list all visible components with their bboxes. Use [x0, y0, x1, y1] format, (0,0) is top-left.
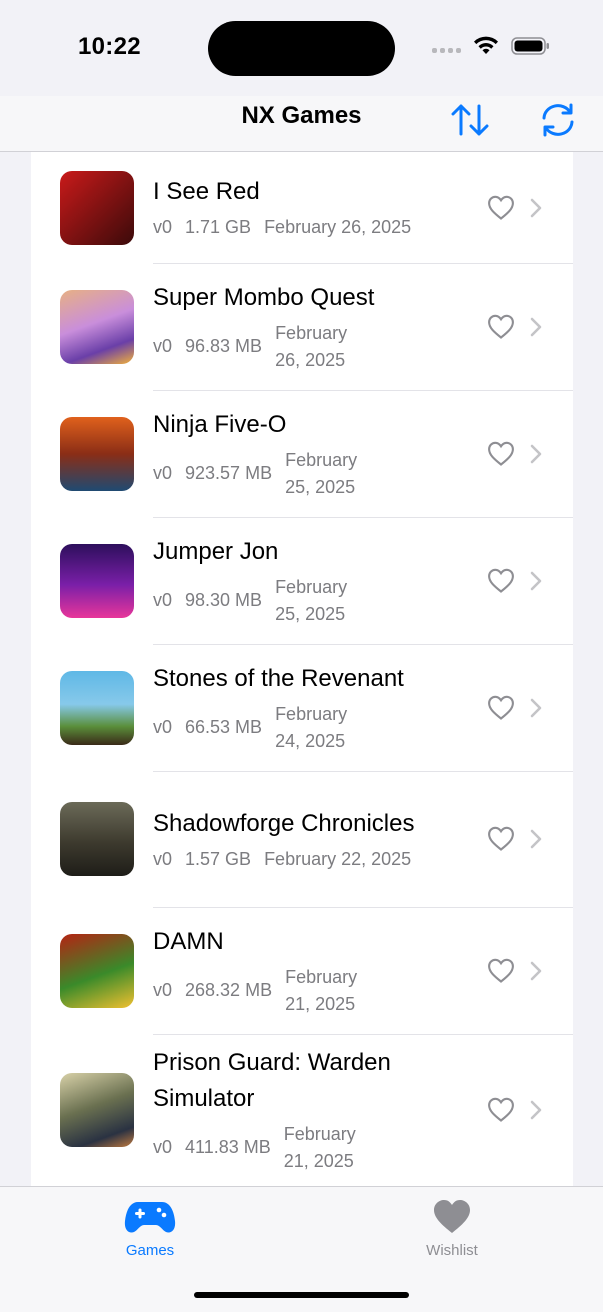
game-date: February 26, 2025 [275, 322, 348, 370]
game-version: v0 [153, 590, 173, 610]
sort-button[interactable] [448, 98, 492, 142]
status-bar: 10:22 [0, 0, 603, 96]
game-thumbnail [60, 933, 134, 1008]
games-list: I See Red v0 1.71 GB February 26, 2025 S… [31, 152, 573, 1186]
heart-outline-icon [488, 826, 514, 851]
wishlist-button[interactable] [486, 566, 516, 596]
game-thumbnail [60, 543, 134, 618]
heart-icon [434, 1200, 470, 1233]
game-size: 923.57 MB [185, 463, 273, 483]
game-version: v0 [153, 463, 173, 483]
game-thumbnail [60, 802, 134, 876]
game-title: Shadowforge Chronicles [153, 809, 415, 837]
game-title: Stones of the Revenant [153, 664, 404, 692]
dynamic-island [208, 21, 395, 76]
chevron-right-icon [528, 197, 544, 219]
game-thumbnail [60, 289, 134, 364]
game-version: v0 [153, 717, 173, 737]
heart-outline-icon [488, 314, 514, 339]
game-row[interactable]: Ninja Five-O v0 923.57 MB February 25, 2… [31, 390, 573, 518]
battery-icon [511, 37, 549, 55]
game-version: v0 [153, 848, 173, 869]
game-title: Ninja Five-O [153, 410, 287, 438]
game-date: February 21, 2025 [285, 966, 358, 1014]
game-title: I See Red [153, 178, 260, 205]
heart-outline-icon [488, 958, 514, 983]
game-size: 1.71 GB [185, 217, 252, 237]
tab-wishlist[interactable]: Wishlist [382, 1199, 522, 1259]
cellular-signal-icon [432, 39, 461, 53]
heart-outline-icon [488, 695, 514, 720]
game-meta: v0 411.83 MB February 21, 2025 [153, 1121, 573, 1175]
chevron-right-icon [528, 443, 544, 465]
chevron-right-icon [528, 570, 544, 592]
game-date: February 24, 2025 [275, 703, 348, 751]
game-size: 268.32 MB [185, 980, 273, 1000]
game-row[interactable]: Shadowforge Chronicles v0 1.57 GB Februa… [31, 771, 573, 908]
game-size: 1.57 GB [185, 848, 252, 869]
status-icons [432, 36, 551, 56]
game-date: February 25, 2025 [285, 449, 358, 497]
game-thumbnail [60, 1072, 134, 1147]
wishlist-button[interactable] [486, 956, 516, 986]
status-time: 10:22 [78, 33, 141, 60]
gamecontroller-icon [124, 1202, 176, 1233]
sort-arrows-icon [451, 104, 489, 136]
home-indicator [194, 1292, 409, 1298]
refresh-icon [542, 103, 574, 137]
game-date: February 22, 2025 [264, 848, 412, 869]
heart-outline-icon [488, 568, 514, 593]
navigation-bar: NX Games [0, 96, 603, 152]
game-date: February 25, 2025 [275, 576, 348, 624]
tab-games-label: Games [125, 1242, 175, 1259]
game-row[interactable]: Super Mombo Quest v0 96.83 MB February 2… [31, 263, 573, 391]
game-size: 66.53 MB [185, 717, 263, 737]
chevron-right-icon [528, 828, 544, 850]
wishlist-button[interactable] [486, 439, 516, 469]
game-size: 411.83 MB [185, 1137, 271, 1157]
chevron-right-icon [528, 960, 544, 982]
tab-games[interactable]: Games [80, 1199, 220, 1259]
game-size: 98.30 MB [185, 590, 263, 610]
game-version: v0 [153, 1137, 173, 1157]
game-thumbnail [60, 416, 134, 491]
wishlist-button[interactable] [486, 693, 516, 723]
tab-wishlist-label: Wishlist [426, 1242, 478, 1259]
wishlist-button[interactable] [486, 1095, 516, 1125]
heart-outline-icon [488, 441, 514, 466]
game-version: v0 [153, 217, 173, 237]
game-row[interactable]: Stones of the Revenant v0 66.53 MB Febru… [31, 644, 573, 772]
chevron-right-icon [528, 697, 544, 719]
wishlist-button[interactable] [486, 312, 516, 342]
game-row[interactable]: Prison Guard: Warden Simulator v0 411.83… [31, 1034, 573, 1185]
heart-outline-icon [488, 1097, 514, 1122]
game-row[interactable]: I See Red v0 1.71 GB February 26, 2025 [31, 152, 573, 264]
game-date: February 26, 2025 [264, 217, 412, 237]
wishlist-button[interactable] [486, 824, 516, 854]
game-version: v0 [153, 980, 173, 1000]
heart-outline-icon [488, 195, 514, 220]
wishlist-button[interactable] [486, 193, 516, 223]
game-thumbnail [60, 170, 134, 245]
game-date: February 21, 2025 [283, 1123, 356, 1171]
game-thumbnail [60, 670, 134, 745]
game-title: DAMN [153, 927, 224, 955]
game-title: Super Mombo Quest [153, 283, 375, 311]
game-row[interactable]: Jumper Jon v0 98.30 MB February 25, 2025 [31, 517, 573, 645]
refresh-button[interactable] [536, 98, 580, 142]
chevron-right-icon [528, 1099, 544, 1121]
game-row[interactable]: DAMN v0 268.32 MB February 21, 2025 [31, 907, 573, 1035]
game-version: v0 [153, 336, 173, 356]
page-title: NX Games [241, 102, 362, 129]
chevron-right-icon [528, 316, 544, 338]
game-size: 96.83 MB [185, 336, 263, 356]
wifi-icon [474, 36, 498, 54]
game-title: Prison Guard: Warden Simulator [153, 1048, 391, 1112]
game-title: Jumper Jon [153, 537, 279, 565]
